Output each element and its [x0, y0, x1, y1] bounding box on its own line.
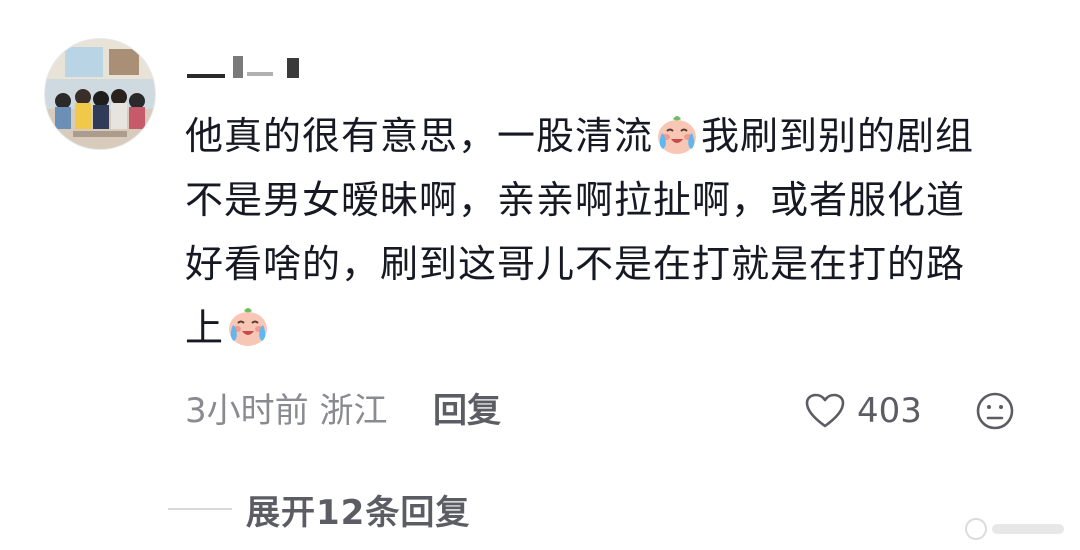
frown-face-icon	[976, 392, 1014, 430]
divider	[168, 508, 232, 510]
comment-text-segment: 上	[185, 306, 225, 350]
comment-text-segment: 不是男女暧昧啊，亲亲啊拉扯啊，或者服化道	[185, 178, 966, 222]
username[interactable]	[185, 52, 315, 82]
watermark	[965, 518, 1064, 540]
avatar-image	[45, 39, 155, 149]
comment-text-segment: 我刷到别的剧组	[701, 114, 975, 158]
username-redacted	[187, 56, 299, 78]
comment-text-segment: 好看啥的，刷到这哥儿不是在打就是在打的路	[185, 242, 966, 286]
comment-text: 他真的很有意思，一股清流 我刷到别的剧组 不是男女暧昧啊，亲亲啊拉扯啊，或者服化道…	[185, 104, 1045, 360]
like-count: 403	[857, 391, 922, 431]
cry-laugh-emoji	[225, 303, 271, 349]
avatar[interactable]	[44, 38, 156, 150]
dislike-button[interactable]	[975, 391, 1015, 431]
comment-line: 不是男女暧昧啊，亲亲啊拉扯啊，或者服化道	[185, 168, 1045, 232]
timestamp-location: 3小时前 浙江	[185, 391, 388, 431]
comment-line: 好看啥的，刷到这哥儿不是在打就是在打的路	[185, 232, 1045, 296]
expand-replies-label: 展开12条回复	[246, 492, 471, 533]
comment-line: 他真的很有意思，一股清流 我刷到别的剧组	[185, 104, 1045, 168]
cry-laugh-emoji	[654, 111, 700, 157]
comment-meta: 3小时前 浙江 回复 403	[185, 388, 1045, 434]
comment-line: 上	[185, 296, 1045, 360]
expand-replies-button[interactable]: 展开12条回复	[168, 484, 470, 534]
reply-button[interactable]: 回复	[433, 388, 501, 434]
like-button[interactable]: 403	[805, 388, 922, 434]
heart-outline-icon	[805, 393, 845, 428]
comment-text-segment: 他真的很有意思，一股清流	[185, 114, 654, 158]
